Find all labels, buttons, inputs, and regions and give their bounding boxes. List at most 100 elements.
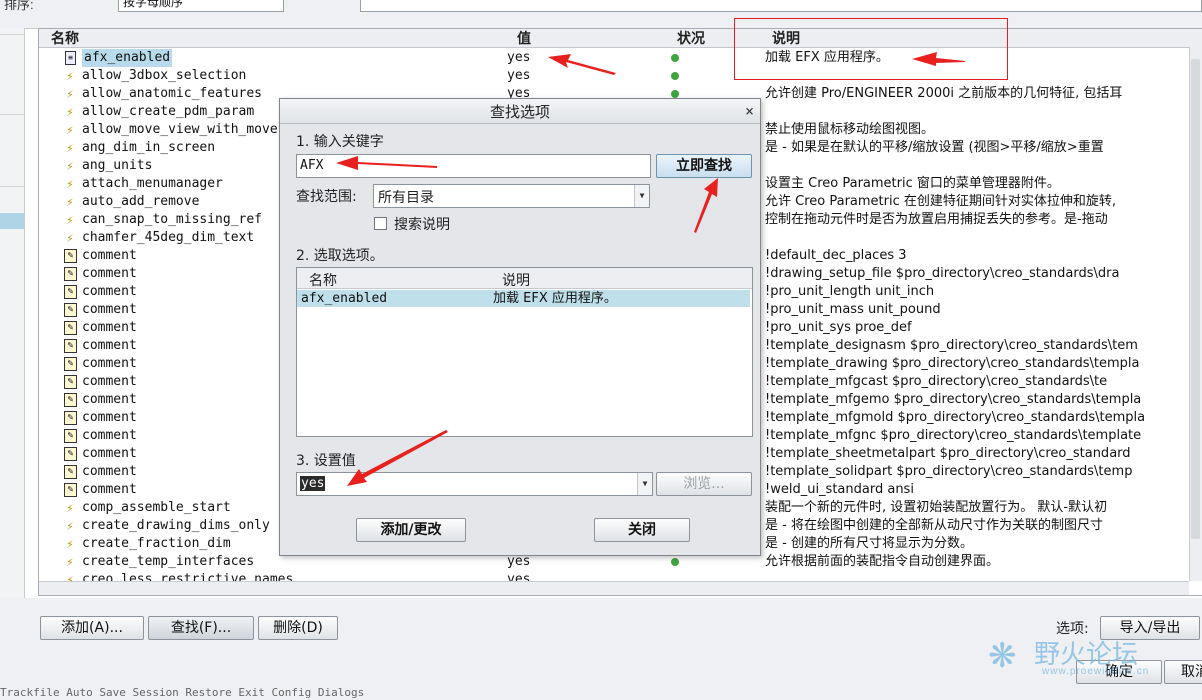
close-icon[interactable]: × [745,101,754,121]
table-row[interactable]: ⚡ allow_3dbox_selection yes [39,67,1189,85]
browse-button[interactable]: 浏览... [656,472,752,496]
search-now-button[interactable]: 立即查找 [656,154,752,178]
tree-divider [0,186,24,187]
table-row[interactable]: ≡ afx_enabled yes 加载 EFX 应用程序。 [39,49,1189,67]
result-name: afx_enabled [301,291,388,306]
lightning-icon: ⚡ [66,519,74,533]
option-name: comment [82,302,137,317]
filter-input[interactable] [360,0,1202,12]
filter-toolbar: 排序: 按字母顺序 [0,0,1202,29]
option-name: comment [82,374,137,389]
note-icon: ✎ [64,375,77,389]
note-icon: ✎ [64,339,77,353]
watermark-url: www.proewildfire.cn [1042,666,1150,677]
option-name: create_temp_interfaces [82,554,255,569]
close-button[interactable]: 关闭 [594,518,690,542]
horizontal-scrollbar[interactable] [39,581,1189,595]
option-description: !template_designasm $pro_directory\creo_… [765,338,1138,353]
option-description: !drawing_setup_file $pro_directory\creo_… [765,266,1120,281]
tree-divider [0,114,24,115]
lightning-icon: ⚡ [66,123,74,137]
forum-watermark: ❋ 野火论坛 www.proewildfire.cn [988,634,1198,690]
sort-select[interactable]: 按字母顺序 [118,0,284,12]
tree-selected-item[interactable] [0,213,24,229]
results-header-name[interactable]: 名称 [309,270,337,290]
option-name: comment [82,338,137,353]
scrollbar-thumb[interactable] [1191,59,1200,539]
results-header-desc[interactable]: 说明 [502,270,530,290]
results-row[interactable]: afx_enabled 加载 EFX 应用程序。 [297,290,750,307]
lightning-icon: ⚡ [66,501,74,515]
option-value[interactable]: yes [507,571,530,581]
option-name: creo_less_restrictive_names [82,572,294,581]
lightning-icon: ⚡ [66,555,74,569]
value-select[interactable]: yes ▼ [296,472,653,496]
note-icon: ✎ [64,303,77,317]
option-value[interactable]: yes [507,67,530,85]
scope-select[interactable]: 所有目录 ▼ [373,184,650,208]
column-header-name[interactable]: 名称 [51,29,79,47]
note-icon: ✎ [64,357,77,371]
chevron-down-icon[interactable]: ▼ [634,185,649,207]
option-name: comment [82,428,137,443]
option-description: !template_mfgmold $pro_directory\creo_st… [765,410,1146,425]
status-dot [671,90,679,98]
search-description-label: 搜索说明 [394,217,450,233]
table-row[interactable]: ⚡ creo_less_restrictive_names yes [39,571,1189,581]
note-icon: ✎ [64,411,77,425]
chevron-down-icon[interactable]: ▼ [637,473,652,495]
option-description: !pro_unit_length unit_inch [765,284,935,299]
keyword-input[interactable]: AFX [296,154,651,178]
note-icon: ✎ [64,465,77,479]
add-change-button[interactable]: 添加/更改 [356,518,466,542]
lightning-icon: ⚡ [66,159,74,173]
lightning-icon: ⚡ [66,105,74,119]
option-description: 装配一个新的元件时, 设置初始装配放置行为。 默认-默认初 [765,500,1108,515]
value-text: yes [300,476,326,491]
option-description: 允许创建 Pro/ENGINEER 2000i 之前版本的几何特征, 包括耳 [765,86,1123,101]
annotation-box [734,18,1008,80]
left-tree-panel[interactable] [0,28,25,618]
option-description: !pro_unit_mass unit_pound [765,302,941,317]
lightning-icon: ⚡ [66,231,74,245]
option-description: !template_solidpart $pro_directory\creo_… [765,464,1133,479]
option-name: afx_enabled [82,49,173,67]
lightning-icon: ⚡ [66,537,74,551]
option-description: !template_mfgcast $pro_directory\creo_st… [765,374,1108,389]
add-button[interactable]: 添加(A)... [40,616,144,640]
option-name: ang_units [82,158,153,173]
option-name: comment [82,392,137,407]
note-icon: ✎ [64,447,77,461]
option-name: comp_assemble_start [82,500,231,515]
find-button[interactable]: 查找(F)... [148,616,254,640]
column-header-status[interactable]: 状况 [677,29,705,47]
option-name: chamfer_45deg_dim_text [82,230,255,245]
lightning-icon: ⚡ [66,177,74,191]
option-name: comment [82,464,137,479]
lightning-icon: ⚡ [66,573,74,581]
option-description: 是 - 如果是在默认的平移/缩放设置 (视图>平移/缩放>重置 [765,140,1104,155]
lightning-icon: ⚡ [66,69,74,83]
option-description: !weld_ui_standard ansi [765,482,914,497]
results-list-header: 名称 说明 [297,268,752,289]
lightning-icon: ⚡ [66,195,74,209]
option-name: comment [82,284,137,299]
search-description-checkbox[interactable] [374,217,387,230]
status-dot [671,54,679,62]
dialog-title: 查找选项 [280,99,760,124]
column-header-value[interactable]: 值 [517,29,531,47]
option-description: !template_drawing $pro_directory\creo_st… [765,356,1140,371]
option-description: 禁止使用鼠标移动绘图视图。 [765,122,935,137]
option-name: allow_move_view_with_move [82,122,278,137]
results-list[interactable]: 名称 说明 afx_enabled 加载 EFX 应用程序。 [296,267,753,437]
tree-divider [0,34,24,35]
note-icon: ✎ [64,267,77,281]
option-name: create_fraction_dim [82,536,231,551]
delete-button[interactable]: 删除(D) [258,616,338,640]
step1-label: 1. 输入关键字 [296,134,384,150]
option-description: 是 - 将在绘图中创建的全部新从动尺寸作为关联的制图尺寸 [765,518,1103,533]
option-name: allow_anatomic_features [82,86,263,101]
step3-label: 3. 设置值 [296,453,356,469]
option-value[interactable]: yes [507,49,530,67]
option-description: !template_mfgemo $pro_directory\creo_sta… [765,392,1142,407]
